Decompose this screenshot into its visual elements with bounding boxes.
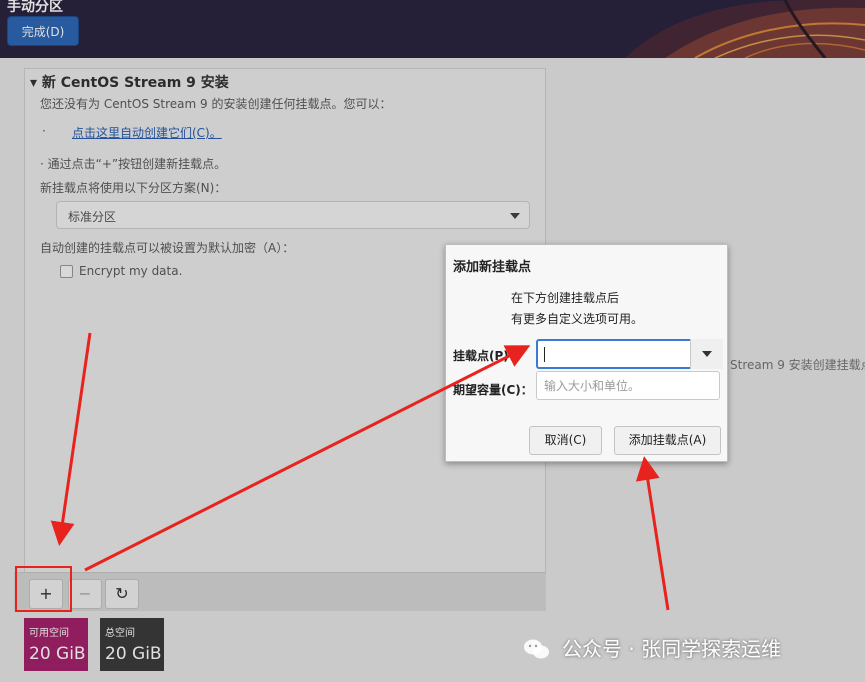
background-hint-text: Stream 9 安装创建挂载点: [730, 358, 865, 372]
dialog-title: 添加新挂载点: [453, 260, 532, 275]
cancel-button[interactable]: 取消(C): [529, 426, 602, 455]
dialog-description-line2: 有更多自定义选项可用。: [511, 312, 644, 326]
dialog-description-line1: 在下方创建挂载点后: [511, 291, 620, 305]
wechat-icon: [524, 639, 549, 659]
add-mount-point-confirm-button[interactable]: 添加挂载点(A): [614, 426, 721, 455]
desired-capacity-input[interactable]: [536, 371, 720, 400]
mount-point-combobox[interactable]: [536, 339, 723, 369]
chevron-down-icon: [702, 351, 712, 357]
desired-capacity-label: 期望容量(C)：: [453, 383, 533, 397]
mount-point-label: 挂载点(P)：: [453, 349, 521, 363]
dialog-description: 在下方创建挂载点后 有更多自定义选项可用。: [511, 288, 643, 330]
mount-point-dropdown-button[interactable]: [690, 339, 723, 369]
add-mount-point-dialog: 添加新挂载点 在下方创建挂载点后 有更多自定义选项可用。 挂载点(P)： 期望容…: [445, 244, 728, 462]
modal-backdrop: [0, 0, 865, 682]
watermark-text: 公众号 · 张同学探索运维: [562, 637, 782, 661]
text-cursor: [544, 347, 545, 362]
